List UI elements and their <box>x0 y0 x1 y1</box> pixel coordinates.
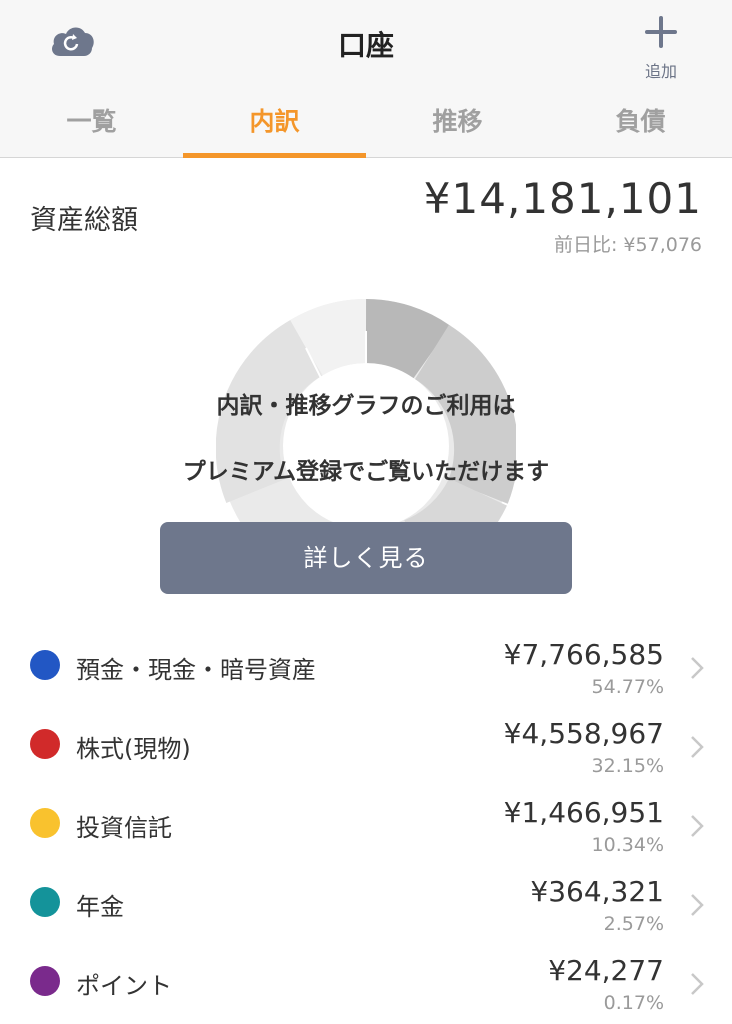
category-color-dot <box>30 887 60 917</box>
category-amount: ¥24,277 <box>548 954 664 987</box>
chevron-right-icon <box>691 894 704 916</box>
tab-list[interactable]: 一覧 <box>0 88 183 158</box>
see-details-button[interactable]: 詳しく見る <box>160 522 572 594</box>
category-color-dot <box>30 808 60 838</box>
category-color-dot <box>30 966 60 996</box>
list-item[interactable]: 年金 ¥364,321 2.57% <box>0 857 732 936</box>
add-button[interactable]: 追加 <box>632 8 690 81</box>
category-name: 預金・現金・暗号資産 <box>76 656 316 684</box>
category-name: 投資信託 <box>76 814 172 842</box>
category-name: 年金 <box>76 893 124 921</box>
tab-breakdown[interactable]: 内訳 <box>183 88 366 158</box>
list-item[interactable]: ポイント ¥24,277 0.17% <box>0 936 732 1015</box>
premium-message-line2: プレミアム登録でご覧いただけます <box>182 459 550 485</box>
category-percent: 0.17% <box>603 992 664 1014</box>
category-amount: ¥7,766,585 <box>503 638 664 671</box>
asset-list: 預金・現金・暗号資産 ¥7,766,585 54.77% 株式(現物) ¥4,5… <box>0 620 732 1015</box>
list-item[interactable]: 投資信託 ¥1,466,951 10.34% <box>0 778 732 857</box>
list-item[interactable]: 株式(現物) ¥4,558,967 32.15% <box>0 699 732 778</box>
category-percent: 32.15% <box>591 755 664 777</box>
total-assets-label: 資産総額 <box>30 205 138 236</box>
category-amount: ¥4,558,967 <box>503 717 664 750</box>
premium-message-line1: 内訳・推移グラフのご利用は <box>216 393 516 419</box>
page-title: 口座 <box>337 29 394 62</box>
top-bar: 口座 追加 一覧 内訳 推移 負債 <box>0 0 732 158</box>
total-assets-value: ¥14,181,101 <box>423 174 702 223</box>
category-name: 株式(現物) <box>76 735 191 763</box>
category-percent: 54.77% <box>591 676 664 698</box>
chevron-right-icon <box>691 815 704 837</box>
add-label: 追加 <box>644 62 677 81</box>
tab-trend[interactable]: 推移 <box>366 88 549 158</box>
category-percent: 10.34% <box>591 834 664 856</box>
chevron-right-icon <box>691 973 704 995</box>
category-color-dot <box>30 650 60 680</box>
list-item[interactable]: 預金・現金・暗号資産 ¥7,766,585 54.77% <box>0 620 732 699</box>
category-amount: ¥364,321 <box>530 875 664 908</box>
tab-liabilities[interactable]: 負債 <box>549 88 732 158</box>
category-amount: ¥1,466,951 <box>503 796 664 829</box>
chevron-right-icon <box>691 657 704 679</box>
day-change: 前日比: ¥57,076 <box>553 234 702 256</box>
chart-area: 内訳・推移グラフのご利用は プレミアム登録でご覧いただけます 詳しく見る <box>0 280 732 600</box>
category-name: ポイント <box>76 972 172 1000</box>
plus-icon <box>645 16 677 48</box>
category-color-dot <box>30 729 60 759</box>
tab-bar: 一覧 内訳 推移 負債 <box>0 88 732 158</box>
chevron-right-icon <box>691 736 704 758</box>
category-percent: 2.57% <box>603 913 664 935</box>
